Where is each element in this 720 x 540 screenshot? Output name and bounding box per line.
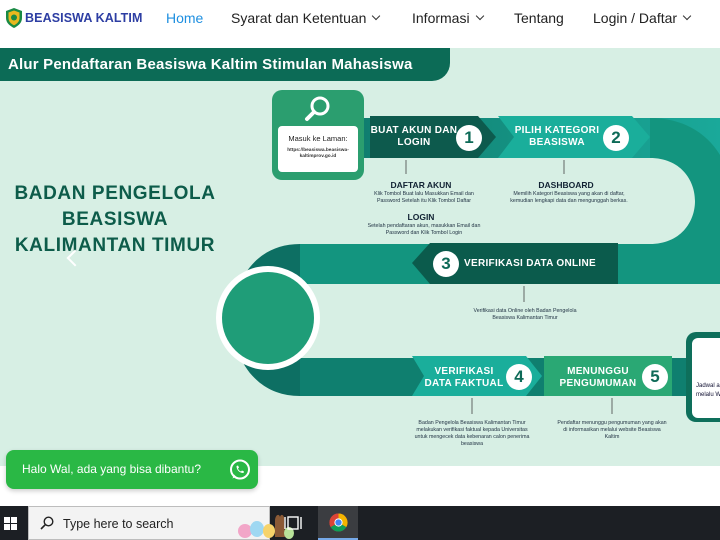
banner-title: Alur Pendaftaran Beasiswa Kaltim Stimula… — [8, 56, 413, 73]
step-1-number: 1 — [456, 125, 482, 151]
note-jadwal-text: Jadwal aan d melalu Webs — [696, 383, 720, 398]
nav-home-label: Home — [166, 10, 204, 26]
search-icon — [305, 96, 330, 121]
whatsapp-chat-button[interactable]: Halo Wal, ada yang bisa dibantu? — [6, 450, 258, 489]
masuk-url: https://beasiswa.beasiswa-kaltimprov.go.… — [287, 148, 349, 159]
chevron-down-icon — [372, 11, 381, 21]
org-name: BADAN PENGELOLA BEASISWA KALIMANTAN TIMU… — [14, 183, 216, 256]
taskbar-search-placeholder: Type here to search — [63, 517, 174, 531]
note-daftar-head: DAFTAR AKUN — [390, 180, 452, 190]
chrome-icon — [329, 513, 348, 532]
note-login-head: LOGIN — [407, 212, 435, 222]
chevron-down-icon — [682, 11, 692, 21]
nav-informasi-label: Informasi — [412, 10, 470, 26]
whatsapp-icon — [230, 459, 250, 480]
schedule-card: Jadwal aan d melalu Webs — [686, 332, 720, 422]
navbar: BEASISWA KALTIM Home Syarat dan Ketentua… — [0, 0, 720, 38]
step-2-number: 2 — [603, 125, 629, 151]
taskbar-chrome-app[interactable] — [318, 506, 358, 540]
nav-informasi[interactable]: Informasi — [412, 10, 484, 26]
brand-name: BEASISWA KALTIM — [25, 11, 143, 25]
masuk-label: Masuk ke Laman: — [288, 134, 348, 143]
step-1-label: BUAT AKUN DAN LOGIN — [370, 125, 458, 148]
search-icon — [40, 516, 54, 530]
step-3-number: 3 — [433, 251, 459, 277]
note-verif-faktual-text: Badan Pengelola Beasiswa Kalimantan Timu… — [414, 420, 530, 447]
nav-syarat[interactable]: Syarat dan Ketentuan — [231, 10, 381, 26]
step-4-label: VERIFIKASI DATA FAKTUAL — [424, 366, 504, 389]
windows-start-icon[interactable] — [0, 506, 28, 540]
note-pengumuman-text: Pendaftar menunggu pengumuman yang akan … — [557, 420, 667, 440]
windows-taskbar: Type here to search — [0, 506, 720, 540]
taskbar-search-box[interactable]: Type here to search — [28, 506, 294, 540]
nav-login-label: Login / Daftar — [593, 10, 678, 26]
brand-logo-icon — [6, 8, 22, 28]
step-3-label: VERIFIKASI DATA ONLINE — [464, 258, 596, 269]
note-dashboard-head: DASHBOARD — [538, 180, 594, 190]
website-card: Masuk ke Laman: https://beasiswa.beasisw… — [272, 90, 364, 180]
note-daftar-text: Klik Tombol Buat lalu Masukkan Email dan… — [374, 191, 474, 204]
website-card-body: Masuk ke Laman: https://beasiswa.beasisw… — [278, 126, 358, 172]
carousel-prev-button[interactable] — [60, 246, 84, 270]
task-view-icon[interactable] — [282, 514, 306, 532]
banner-title-bar: Alur Pendaftaran Beasiswa Kaltim Stimula… — [0, 48, 450, 81]
nav-syarat-label: Syarat dan Ketentuan — [231, 10, 367, 26]
schedule-card-body — [692, 338, 720, 418]
note-dashboard-text: Memilih Kategori Beasiswa yang akan di d… — [510, 191, 628, 204]
brand[interactable]: BEASISWA KALTIM — [6, 8, 142, 28]
whatsapp-message: Halo Wal, ada yang bisa dibantu? — [22, 462, 202, 476]
step-4-number: 4 — [506, 364, 532, 390]
nav-tentang[interactable]: Tentang — [514, 10, 564, 26]
nav-tentang-label: Tentang — [514, 10, 564, 26]
nav-login[interactable]: Login / Daftar — [593, 10, 692, 26]
chevron-down-icon — [475, 11, 484, 21]
page-root: BEASISWA KALTIM Home Syarat dan Ketentua… — [0, 0, 720, 540]
step-5-number: 5 — [642, 364, 668, 390]
hero-banner: Alur Pendaftaran Beasiswa Kaltim Stimula… — [0, 48, 720, 466]
step-5-label: MENUNGGU PENGUMUMAN — [559, 366, 637, 389]
nav-home[interactable]: Home — [166, 10, 203, 26]
note-verif-online-text: Verifikasi data Online oleh Badan Pengel… — [473, 308, 577, 321]
step-2-label: PILIH KATEGORI BEASISWA — [514, 125, 600, 148]
note-login-text: Setelah pendaftaran akun, masukkan Email… — [367, 223, 481, 236]
